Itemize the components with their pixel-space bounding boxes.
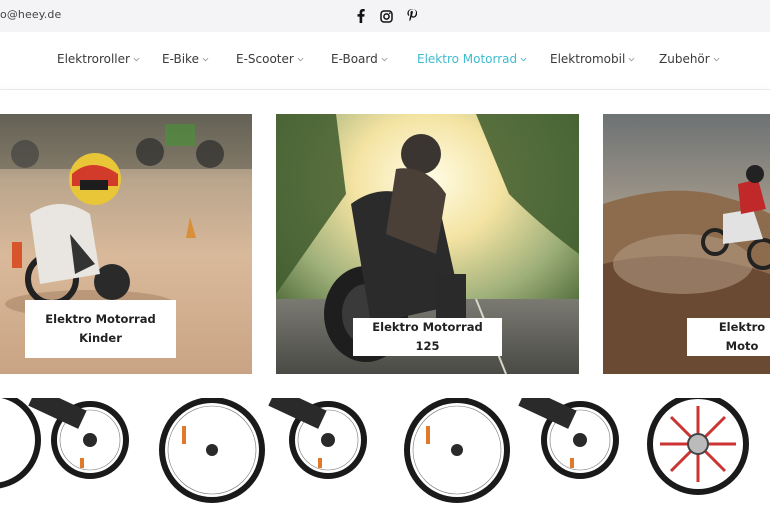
instagram-icon[interactable] (378, 7, 394, 25)
nav-item-label: E-Bike (162, 52, 199, 66)
category-card-label: Elektro Motorrad 125 (353, 318, 502, 356)
main-navigation: Elektroroller E-Bike E-Scooter E-Board E… (0, 32, 770, 90)
nav-item-label: Elektroroller (57, 52, 130, 66)
chevron-down-icon (628, 57, 635, 61)
category-card-kinder[interactable]: Elektro Motorrad Kinder (0, 114, 252, 374)
nav-item-zubehoer[interactable]: Zubehör (659, 52, 720, 66)
nav-item-label: Zubehör (659, 52, 710, 66)
nav-item-e-board[interactable]: E-Board (331, 52, 388, 66)
category-card-label: Elektro Moto (687, 318, 770, 356)
mega-menu-dropdown: Elektro Motorrad Kinder Elektro Motorrad… (0, 90, 770, 398)
category-card-label: Elektro Motorrad Kinder (25, 300, 176, 358)
product-images (0, 398, 749, 503)
nav-item-label: Elektromobil (550, 52, 626, 66)
chevron-down-icon (381, 57, 388, 61)
chevron-down-icon (520, 57, 527, 61)
nav-item-label: E-Scooter (236, 52, 294, 66)
nav-item-elektro-motorrad[interactable]: Elektro Motorrad (417, 52, 527, 66)
chevron-down-icon (133, 57, 140, 61)
top-bar: o@heey.de (0, 0, 770, 32)
nav-item-e-scooter[interactable]: E-Scooter (236, 52, 304, 66)
nav-item-elektroroller[interactable]: Elektroroller (57, 52, 140, 66)
nav-item-elektromobil[interactable]: Elektromobil (550, 52, 635, 66)
category-card-125[interactable]: Elektro Motorrad 125 (276, 114, 579, 374)
category-card-offroad[interactable]: Elektro Moto (603, 114, 770, 374)
pinterest-icon[interactable] (405, 7, 419, 25)
nav-item-label: E-Board (331, 52, 378, 66)
product-strip (0, 398, 770, 514)
chevron-down-icon (297, 57, 304, 61)
nav-item-label: Elektro Motorrad (417, 52, 518, 66)
nav-item-e-bike[interactable]: E-Bike (162, 52, 209, 66)
chevron-down-icon (713, 57, 720, 61)
facebook-icon[interactable] (354, 7, 368, 25)
contact-email[interactable]: o@heey.de (0, 8, 61, 21)
chevron-down-icon (202, 57, 209, 61)
